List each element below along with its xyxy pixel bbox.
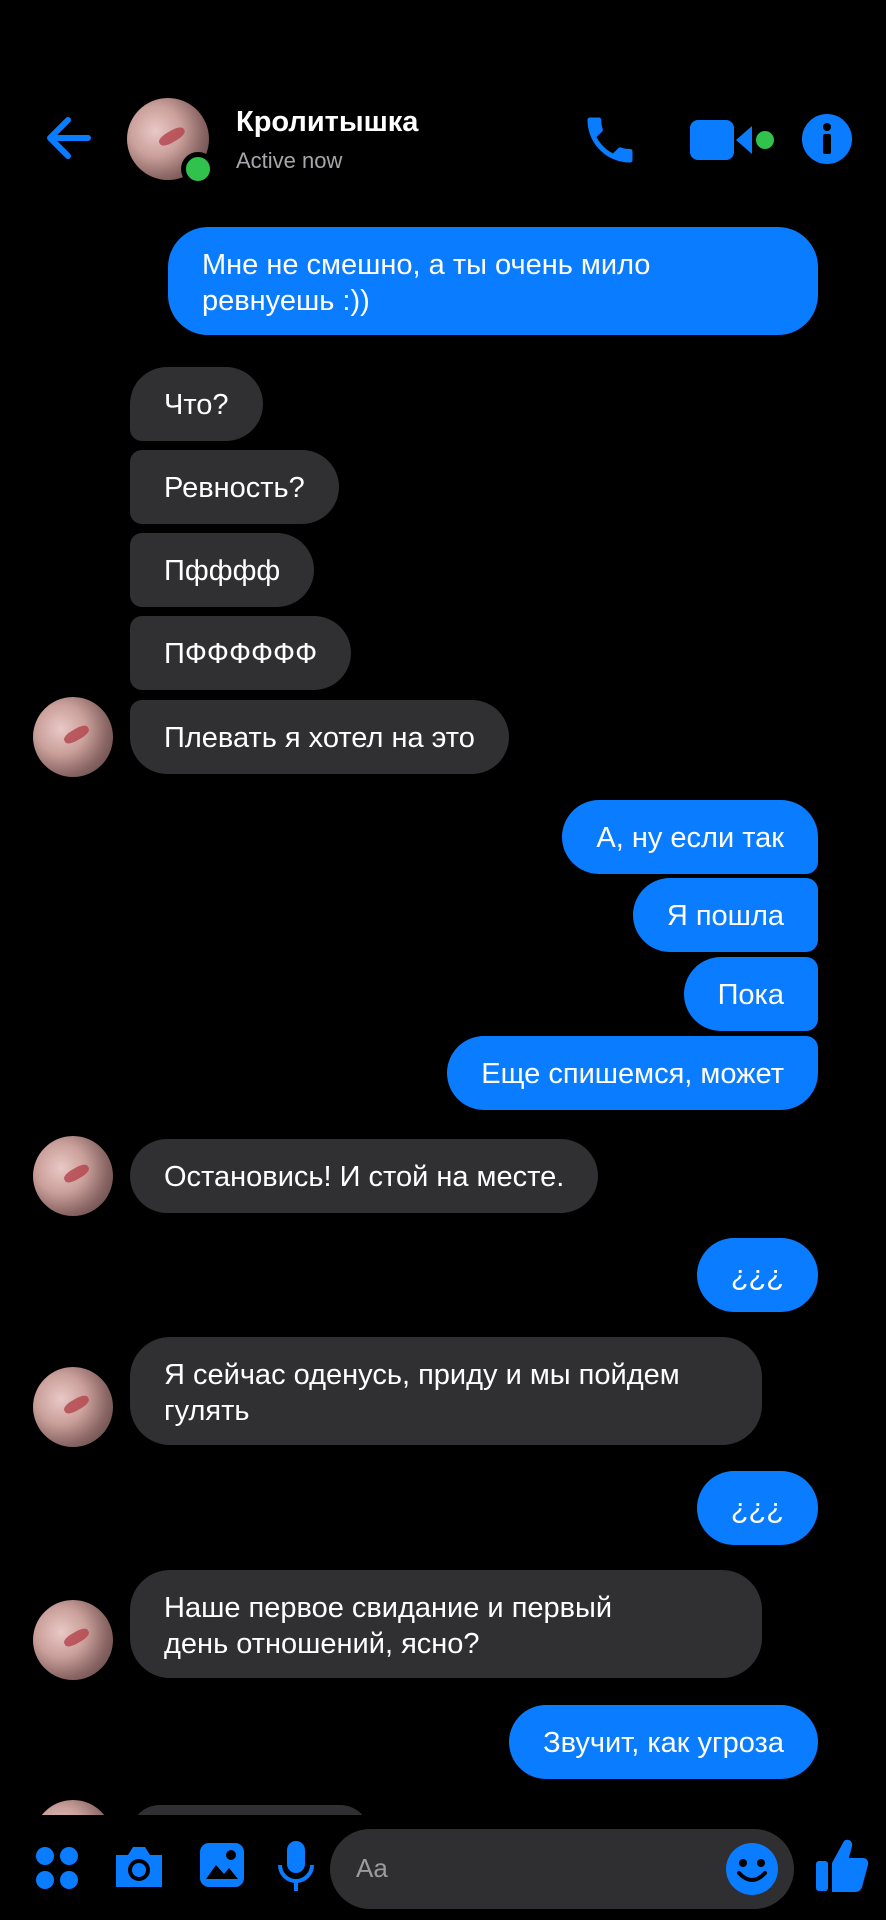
contact-avatar-small[interactable] xyxy=(33,1367,113,1447)
message-bubble-outgoing[interactable]: Мне не смешно, а ты очень мило ревнуешь … xyxy=(168,227,818,335)
contact-name[interactable]: Кролитышка xyxy=(236,106,418,139)
message-bubble-incoming[interactable]: Плевать я хотел на это xyxy=(130,700,509,774)
online-indicator xyxy=(181,152,215,186)
message-bubble-incoming-partial[interactable] xyxy=(130,1805,370,1815)
message-bubble-incoming[interactable]: Остановись! И стой на месте. xyxy=(130,1139,599,1213)
contact-status: Active now xyxy=(236,148,343,173)
contact-avatar-small[interactable] xyxy=(33,1600,113,1680)
message-bubble-outgoing[interactable]: Пока xyxy=(683,957,818,1031)
contact-avatar-small[interactable] xyxy=(33,697,113,777)
message-bubble-incoming[interactable]: Я сейчас оденусь, приду и мы пойдем гуля… xyxy=(130,1337,762,1445)
phone-icon[interactable] xyxy=(580,110,640,170)
composer-bar: Aa xyxy=(0,1815,886,1920)
message-bubble-incoming[interactable]: Наше первое свидание и первый день отнош… xyxy=(130,1570,762,1678)
back-arrow-icon[interactable] xyxy=(40,108,100,168)
chat-header: Кролитышка Active now xyxy=(0,0,886,215)
message-bubble-outgoing[interactable]: ¿¿¿ xyxy=(696,1238,818,1312)
message-bubble-outgoing[interactable]: Я пошла xyxy=(632,878,818,952)
apps-icon[interactable] xyxy=(34,1845,80,1891)
contact-avatar[interactable] xyxy=(127,98,215,186)
gallery-icon[interactable] xyxy=(198,1841,246,1889)
message-bubble-outgoing[interactable]: ¿¿¿ xyxy=(696,1471,818,1545)
contact-avatar-small[interactable] xyxy=(33,1800,113,1815)
video-camera-icon[interactable] xyxy=(688,114,776,166)
message-bubble-outgoing[interactable]: Звучит, как угроза xyxy=(509,1705,818,1779)
message-input[interactable]: Aa xyxy=(330,1829,794,1909)
contact-avatar-small[interactable] xyxy=(33,1136,113,1216)
message-bubble-incoming[interactable]: Что? xyxy=(130,367,263,441)
camera-icon[interactable] xyxy=(112,1843,166,1891)
message-bubble-outgoing[interactable]: А, ну если так xyxy=(562,800,818,874)
message-list[interactable]: Мне не смешно, а ты очень мило ревнуешь … xyxy=(0,215,886,1815)
emoji-icon[interactable] xyxy=(724,1841,780,1897)
message-bubble-incoming[interactable]: Пфффф xyxy=(130,533,315,607)
message-bubble-incoming[interactable]: Ревность? xyxy=(130,450,339,524)
thumbs-up-icon[interactable] xyxy=(814,1835,870,1895)
message-bubble-incoming[interactable]: ПФФФФФФ xyxy=(130,616,352,690)
info-icon[interactable] xyxy=(800,112,854,166)
microphone-icon[interactable] xyxy=(276,1839,316,1895)
message-bubble-outgoing[interactable]: Еще спишемся, может xyxy=(447,1036,818,1110)
message-input-placeholder: Aa xyxy=(356,1853,388,1883)
